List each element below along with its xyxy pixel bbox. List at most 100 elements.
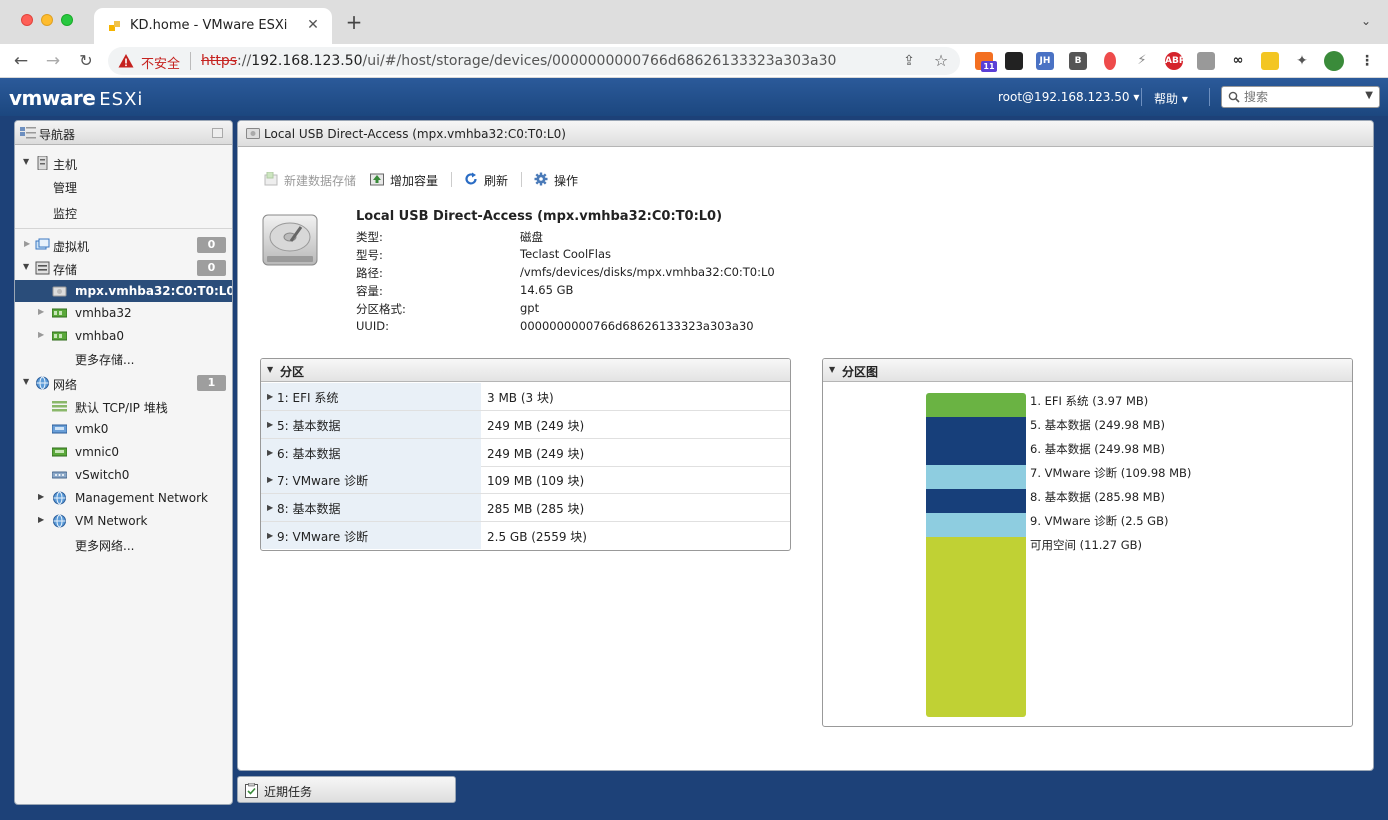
partition-map-header[interactable]: ▼ 分区图 bbox=[823, 359, 1352, 382]
collapse-navigator-icon[interactable] bbox=[212, 128, 223, 138]
extension-b-icon[interactable]: B bbox=[1069, 52, 1087, 70]
partition-map-segment[interactable] bbox=[926, 393, 1026, 417]
partition-row[interactable]: ▶ 6: 基本数据 249 MB (249 块) bbox=[261, 439, 790, 467]
partition-map-segment[interactable] bbox=[926, 465, 1026, 489]
disk-device-icon bbox=[52, 286, 67, 297]
collapsed-arrow-icon[interactable]: ▶ bbox=[24, 240, 32, 248]
extension-red-drop-icon[interactable] bbox=[1104, 52, 1116, 70]
nav-label: vSwitch0 bbox=[75, 468, 130, 482]
recent-tasks-tab[interactable]: 近期任务 bbox=[237, 776, 456, 803]
partition-map-segment[interactable] bbox=[926, 417, 1026, 441]
search-input[interactable] bbox=[1244, 89, 1354, 105]
expand-arrow-icon[interactable]: ▶ bbox=[267, 476, 273, 484]
collapsed-arrow-icon[interactable]: ▶ bbox=[38, 493, 46, 501]
extension-jh-icon[interactable]: JH bbox=[1036, 52, 1054, 70]
nav-item-tcpip-stack[interactable]: 默认 TCP/IP 堆栈 bbox=[15, 395, 232, 417]
nav-label: mpx.vmhba32:C0:T0:L0 bbox=[75, 284, 233, 298]
collapse-arrow-icon[interactable]: ▼ bbox=[829, 366, 835, 374]
partition-name: 7: VMware 诊断 bbox=[277, 474, 369, 488]
nav-item-manage[interactable]: 管理 bbox=[15, 175, 232, 197]
expand-arrow-icon[interactable]: ▶ bbox=[267, 421, 273, 429]
nav-item-vswitch0[interactable]: vSwitch0 bbox=[15, 464, 232, 486]
extension-dark-icon[interactable] bbox=[1005, 52, 1023, 70]
nav-item-more-networks[interactable]: 更多网络... bbox=[15, 533, 232, 555]
collapsed-arrow-icon[interactable]: ▶ bbox=[38, 331, 46, 339]
nav-item-vmnic0[interactable]: vmnic0 bbox=[15, 441, 232, 463]
physical-nic-icon bbox=[52, 447, 67, 457]
search-box[interactable]: ▼ bbox=[1221, 86, 1380, 108]
partition-map-segment[interactable] bbox=[926, 537, 1026, 717]
expanded-arrow-icon[interactable]: ▼ bbox=[23, 158, 31, 166]
help-menu[interactable]: 帮助 ▾ bbox=[1154, 90, 1188, 107]
tab-search-chevron-icon[interactable]: ⌄ bbox=[1358, 14, 1374, 30]
navigator-icon bbox=[20, 127, 36, 139]
nav-item-vmhba0[interactable]: ▶ vmhba0 bbox=[15, 325, 232, 347]
new-tab-button[interactable]: + bbox=[344, 12, 364, 32]
close-tab-icon[interactable]: ✕ bbox=[304, 16, 322, 34]
share-icon[interactable]: ⇪ bbox=[900, 52, 918, 70]
nav-item-more-storage[interactable]: 更多存储... bbox=[15, 347, 232, 369]
nav-item-vmk0[interactable]: vmk0 bbox=[15, 418, 232, 440]
nav-item-network[interactable]: ▼ 网络 1 bbox=[15, 372, 232, 394]
nav-item-management-network[interactable]: ▶ Management Network bbox=[15, 487, 232, 509]
nav-item-device-mpx[interactable]: mpx.vmhba32:C0:T0:L0 bbox=[15, 280, 232, 302]
partition-row[interactable]: ▶ 9: VMware 诊断 2.5 GB (2559 块) bbox=[261, 522, 790, 550]
expand-arrow-icon[interactable]: ▶ bbox=[267, 532, 273, 540]
partition-row[interactable]: ▶ 1: EFI 系统 3 MB (3 块) bbox=[261, 383, 790, 411]
profile-avatar[interactable] bbox=[1324, 51, 1344, 71]
button-label: 刷新 bbox=[484, 174, 509, 188]
expand-arrow-icon[interactable]: ▶ bbox=[267, 449, 273, 457]
tab-title: KD.home - VMware ESXi bbox=[130, 18, 288, 33]
property-key: UUID: bbox=[356, 319, 389, 333]
bookmark-star-icon[interactable]: ☆ bbox=[932, 52, 950, 70]
partition-map-label: 6. 基本数据 (249.98 MB) bbox=[1030, 442, 1165, 456]
expanded-arrow-icon[interactable]: ▼ bbox=[23, 263, 31, 271]
partition-map-segment[interactable] bbox=[926, 513, 1026, 537]
partition-map-label: 9. VMware 诊断 (2.5 GB) bbox=[1030, 514, 1169, 528]
expand-arrow-icon[interactable]: ▶ bbox=[267, 393, 273, 401]
maximize-window-button[interactable] bbox=[61, 14, 73, 26]
user-menu[interactable]: root@192.168.123.50 ▾ bbox=[998, 90, 1139, 104]
extension-bolt-icon[interactable]: ⚡ bbox=[1133, 52, 1151, 70]
browser-menu-icon[interactable]: ⋮ bbox=[1358, 52, 1376, 70]
reload-icon[interactable]: ↻ bbox=[75, 50, 97, 72]
partition-name: 5: 基本数据 bbox=[277, 419, 341, 433]
nav-label: 存储 bbox=[53, 263, 78, 277]
partition-name-cell: ▶ 6: 基本数据 bbox=[261, 439, 481, 466]
extensions-puzzle-icon[interactable]: ✦ bbox=[1293, 52, 1311, 70]
expanded-arrow-icon[interactable]: ▼ bbox=[23, 378, 31, 386]
extension-abp-icon[interactable]: ABP bbox=[1165, 52, 1185, 70]
partition-row[interactable]: ▶ 5: 基本数据 249 MB (249 块) bbox=[261, 411, 790, 439]
collapsed-arrow-icon[interactable]: ▶ bbox=[38, 516, 46, 524]
partition-map-segment[interactable] bbox=[926, 441, 1026, 465]
nav-item-monitor[interactable]: 监控 bbox=[15, 201, 232, 223]
address-bar[interactable]: 不安全 https://192.168.123.50/ui/#/host/sto… bbox=[108, 47, 960, 75]
partition-map-segment[interactable] bbox=[926, 489, 1026, 513]
extension-link-icon[interactable]: ∞ bbox=[1229, 52, 1247, 70]
collapse-arrow-icon[interactable]: ▼ bbox=[267, 366, 273, 374]
extension-grey-icon[interactable] bbox=[1197, 52, 1215, 70]
nav-item-vms[interactable]: ▶ 虚拟机 0 bbox=[15, 234, 232, 256]
partition-row[interactable]: ▶ 7: VMware 诊断 109 MB (109 块) bbox=[261, 466, 790, 494]
insecure-label[interactable]: 不安全 bbox=[141, 53, 180, 72]
close-window-button[interactable] bbox=[21, 14, 33, 26]
partition-row[interactable]: ▶ 8: 基本数据 285 MB (285 块) bbox=[261, 494, 790, 522]
search-dropdown-icon[interactable]: ▼ bbox=[1365, 90, 1373, 101]
minimize-window-button[interactable] bbox=[41, 14, 53, 26]
forward-arrow-icon[interactable]: → bbox=[42, 50, 64, 72]
nav-item-storage[interactable]: ▼ 存储 0 bbox=[15, 257, 232, 279]
expand-arrow-icon[interactable]: ▶ bbox=[267, 504, 273, 512]
property-key: 分区格式: bbox=[356, 302, 406, 316]
extension-yellow-icon[interactable] bbox=[1261, 52, 1279, 70]
nav-item-host[interactable]: ▼ 主机 bbox=[15, 152, 232, 174]
nav-item-vm-network[interactable]: ▶ VM Network bbox=[15, 510, 232, 532]
browser-tab-active[interactable]: KD.home - VMware ESXi ✕ bbox=[94, 8, 332, 44]
property-key: 容量: bbox=[356, 284, 383, 298]
back-arrow-icon[interactable]: ← bbox=[10, 50, 32, 72]
partitions-header[interactable]: ▼ 分区 bbox=[261, 359, 790, 382]
partition-map-label: 8. 基本数据 (285.98 MB) bbox=[1030, 490, 1165, 504]
network-count-badge: 1 bbox=[197, 375, 226, 391]
nav-item-vmhba32[interactable]: ▶ vmhba32 bbox=[15, 302, 232, 324]
collapsed-arrow-icon[interactable]: ▶ bbox=[38, 308, 46, 316]
url-text[interactable]: https://192.168.123.50/ui/#/host/storage… bbox=[201, 53, 836, 69]
